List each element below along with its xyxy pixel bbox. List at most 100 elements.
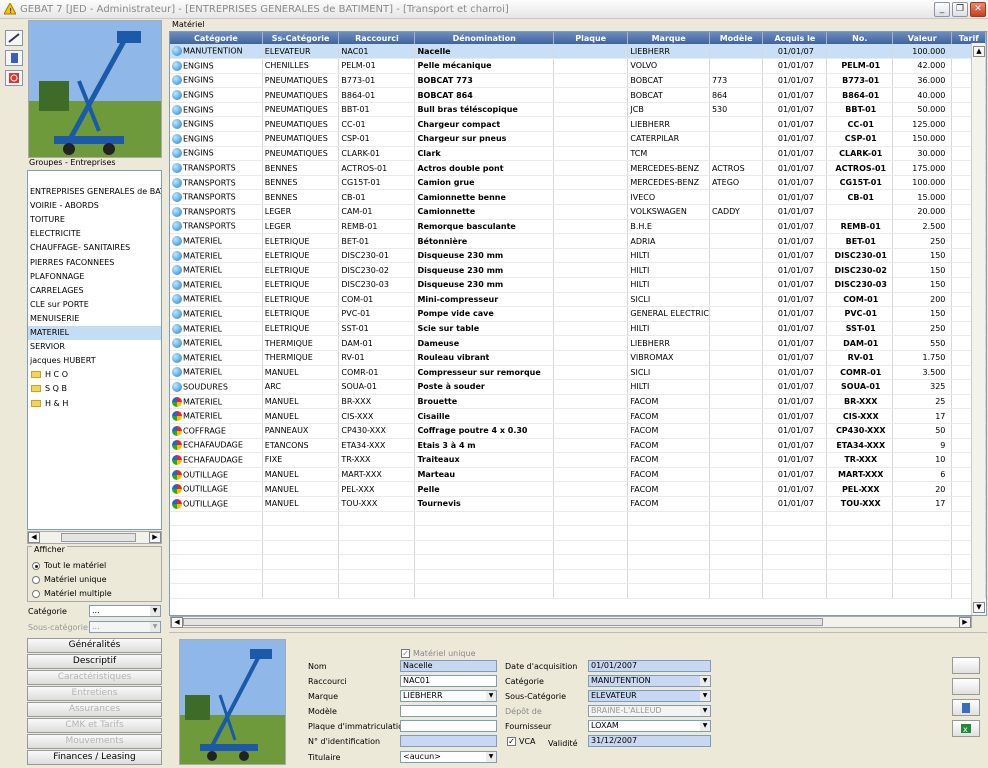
table-row[interactable]: ENGINS PNEUMATIQUES BBT-01 Bull bras télésc… [170,102,986,118]
table-row[interactable]: ECHAFAUDAGE ETANCONS ETA34-XXX Etais 3 à 4 … [170,438,986,454]
categorie-filter-select[interactable]: ... ▼ [89,605,161,617]
nav-cmk-tarifs[interactable]: CMK et Tarifs [27,718,162,733]
column-header[interactable]: Plaque [553,32,629,44]
grid-hscrollbar[interactable]: ◀ ▶ [170,616,972,628]
minimize-button[interactable]: _ [934,2,950,17]
column-header[interactable]: No. [826,32,894,44]
group-item[interactable]: VOIRIE - ABORDS [28,199,161,213]
group-item[interactable]: ELECTRICITE [28,227,161,241]
scroll-thumb[interactable] [61,533,136,542]
group-item[interactable]: PIERRES FACONNEES [28,256,161,270]
categorie-select[interactable]: MANUTENTION ▼ [588,675,711,687]
group-list-hscrollbar[interactable]: ◀ ▶ [27,531,162,544]
delete-icon[interactable] [5,70,23,86]
nav-descriptif[interactable]: Descriptif [27,654,162,669]
group-item-selected[interactable]: MATERIEL [28,326,161,341]
table-row[interactable]: TRANSPORTS LEGER REMB-01 Remorque basculant… [170,219,986,235]
column-header[interactable]: Marque [627,32,710,44]
table-row[interactable]: MATERIEL ELETRIQUE DISC230-01 Disqueuse 230… [170,248,986,264]
marque-select[interactable]: LIEBHERR ▼ [400,690,497,702]
group-item[interactable] [28,171,161,185]
group-item[interactable]: SERVIOR [28,340,161,354]
souscat-filter-select[interactable]: ... ▼ [89,621,161,633]
table-row[interactable]: TRANSPORTS BENNES CB-01 Camionnette benne IV… [170,189,986,206]
folder-item[interactable]: S Q B [28,382,161,396]
scroll-right-arrow-icon[interactable]: ▶ [959,617,971,628]
export-excel-icon[interactable]: x [952,720,980,737]
group-item[interactable]: ENTREPRISES GENERALES de BATIMENT [28,185,161,199]
scroll-up-arrow-icon[interactable]: ▲ [973,46,985,57]
table-row[interactable]: MATERIEL MANUEL BR-XXX Brouette FACOM 01/01/0… [170,394,986,410]
table-row[interactable]: ENGINS PNEUMATIQUES B864-01 BOBCAT 864 BOBCA… [170,87,986,103]
radio-multiple[interactable]: Matériel multiple [32,589,112,598]
depot-select[interactable]: BRAINE-L'ALLEUD ▼ [588,705,711,717]
scroll-left-arrow-icon[interactable]: ◀ [171,617,183,628]
radio-tout[interactable]: Tout le matériel [32,561,106,570]
new-record-icon[interactable] [952,657,980,674]
table-row[interactable]: MATERIEL THERMIQUE DAM-01 Dameuse LIEBHERR 01… [170,335,986,351]
folder-item[interactable]: H & H [28,397,161,411]
table-row[interactable]: OUTILLAGE MANUEL PEL-XXX Pelle FACOM 01/01/07… [170,481,986,497]
nav-finances-leasing[interactable]: Finances / Leasing [27,750,162,765]
table-row[interactable]: TRANSPORTS BENNES CG15T-01 Camion grue MERCE… [170,175,986,191]
nav-entretiens[interactable]: Entretiens [27,686,162,701]
column-header[interactable]: Valeur [892,32,953,44]
table-row[interactable]: ENGINS PNEUMATIQUES B773-01 BOBCAT 773 BOBCA… [170,73,986,89]
nav-caracteristiques[interactable]: Caractéristiques [27,670,162,685]
table-row[interactable]: MATERIEL ELETRIQUE DISC230-03 Disqueuse 230… [170,277,986,293]
edit-record-icon[interactable] [952,678,980,695]
group-item[interactable]: CARRELAGES [28,284,161,298]
group-item[interactable]: TOITURE [28,213,161,227]
table-row[interactable]: ENGINS PNEUMATIQUES CSP-01 Chargeur sur pne… [170,131,986,147]
grid-vscrollbar[interactable]: ▲ ▼ [971,43,985,615]
document-icon[interactable] [5,50,23,66]
table-row[interactable]: COFFRAGE PANNEAUX CP430-XXX Coffrage poutre… [170,423,986,439]
table-row[interactable]: MATERIEL ELETRIQUE COM-01 Mini-compresseur S… [170,292,986,308]
table-row[interactable]: MATERIEL MANUEL CIS-XXX Cisaille FACOM 01/01/… [170,408,986,424]
scroll-thumb[interactable] [183,618,823,626]
edit-icon[interactable] [5,30,23,46]
nid-field[interactable] [400,735,497,747]
column-header[interactable]: Raccourci [338,32,416,44]
table-row-selected[interactable]: MANUTENTION ELEVATEUR NAC01 Nacelle LIEBHERR… [170,44,986,60]
table-row[interactable]: MATERIEL ELETRIQUE BET-01 Bétonnière ADRIA 01… [170,233,986,249]
group-item[interactable]: PLAFONNAGE [28,270,161,284]
validite-field[interactable]: 31/12/2007 [588,735,711,747]
table-row[interactable]: MATERIEL ELETRIQUE DISC230-02 Disqueuse 230… [170,262,986,278]
table-row[interactable]: MATERIEL MANUEL COMR-01 Compresseur sur rem… [170,365,986,381]
table-row[interactable]: MATERIEL ELETRIQUE SST-01 Scie sur table HIL… [170,321,986,337]
scroll-down-arrow-icon[interactable]: ▼ [973,602,985,613]
materiel-unique-checkbox[interactable]: ✓ Matériel unique [401,649,476,658]
table-row[interactable]: TRANSPORTS LEGER CAM-01 Camionnette VOLKSWAG… [170,204,986,220]
scroll-left-arrow-icon[interactable]: ◀ [28,532,40,543]
nav-assurances[interactable]: Assurances [27,702,162,717]
group-item[interactable]: CHAUFFAGE- SANITAIRES [28,241,161,255]
table-row[interactable]: ENGINS PNEUMATIQUES CC-01 Chargeur compact L… [170,116,986,133]
nav-generalites[interactable]: Généralités [27,638,162,653]
table-row[interactable]: OUTILLAGE MANUEL MART-XXX Marteau FACOM 01/01… [170,467,986,483]
radio-unique[interactable]: Matériel unique [32,575,107,584]
close-button[interactable]: ✕ [970,2,986,17]
table-row[interactable]: SOUDURES ARC SOUA-01 Poste à souder HILTI 01/… [170,379,986,395]
column-header[interactable]: Acquis le [762,32,828,44]
titulaire-select[interactable]: <aucun> ▼ [400,751,497,763]
table-row[interactable]: ENGINS CHENILLES PELM-01 Pelle mécanique VOL… [170,58,986,74]
maximize-button[interactable]: ❐ [952,2,968,17]
souscat-select[interactable]: ELEVATEUR ▼ [588,690,711,702]
table-row[interactable]: ENGINS PNEUMATIQUES CLARK-01 Clark TCM 01/01/… [170,146,986,162]
vca-checkbox[interactable]: ✓ VCA [507,737,536,746]
fournisseur-select[interactable]: LOXAM ▼ [588,720,711,732]
table-row[interactable]: MATERIEL ELETRIQUE PVC-01 Pompe vide cave GE… [170,306,986,322]
column-header[interactable]: Ss-Catégorie [262,32,340,44]
column-header[interactable]: Modèle [709,32,764,44]
column-header[interactable]: Dénomination [414,32,554,44]
scroll-right-arrow-icon[interactable]: ▶ [149,532,161,543]
group-item[interactable]: CLE sur PORTE [28,298,161,312]
modele-field[interactable] [400,705,497,717]
table-row[interactable]: ECHAFAUDAGE FIXE TR-XXX Traiteaux FACOM 01/01… [170,452,986,468]
table-row[interactable]: MATERIEL THERMIQUE RV-01 Rouleau vibrant VIB… [170,350,986,366]
nav-mouvements[interactable]: Mouvements [27,734,162,749]
folder-item[interactable]: H C O [28,368,161,382]
plaque-field[interactable] [400,720,497,732]
group-item[interactable]: MENUISERIE [28,312,161,326]
